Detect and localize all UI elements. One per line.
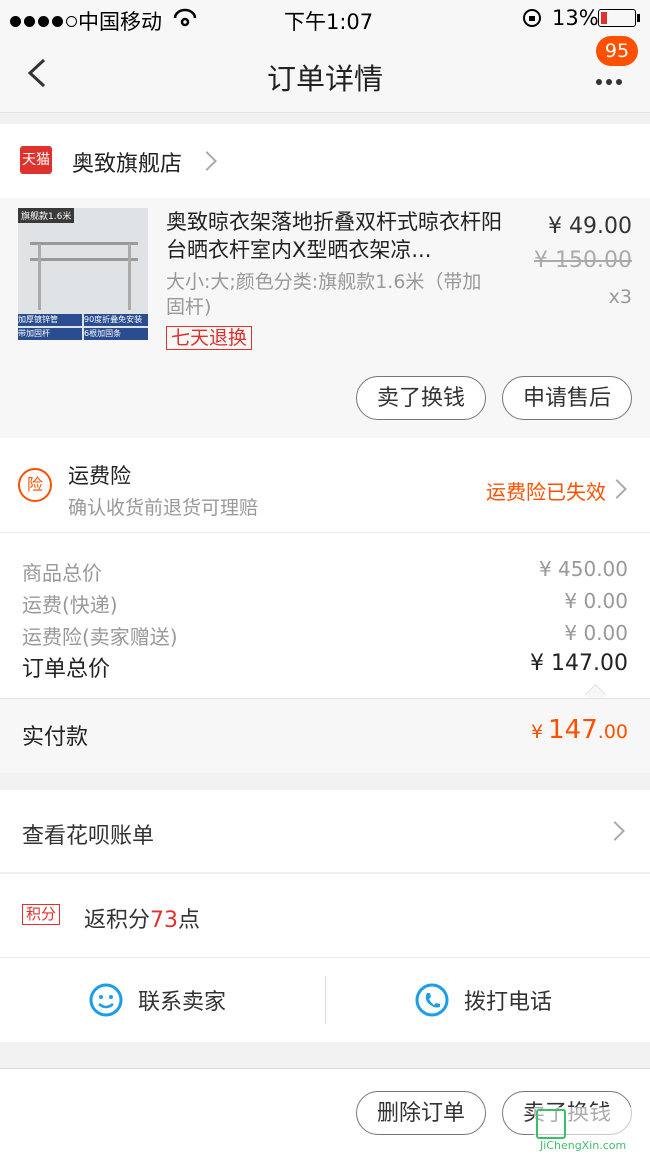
image-feature-b: 90度折叠免安装 [84, 314, 148, 326]
paid-label: 实付款 [22, 725, 89, 750]
insurance-status: 运费险已失效 [486, 480, 606, 504]
image-feature-c: 带加固杆 [18, 328, 82, 340]
clock: 下午1:07 [284, 10, 374, 34]
points-tag: 积分 [22, 904, 61, 925]
status-bar: 中国移动 下午1:07 13% [0, 0, 650, 36]
shop-row[interactable]: 天猫 奥致旗舰店 [0, 124, 650, 198]
shipping-fee-label: 运费(快递) [22, 593, 118, 617]
more-menu-icon[interactable] [596, 70, 626, 89]
wifi-icon [173, 8, 197, 27]
insurance-desc: 确认收货前退货可理赔 [68, 497, 259, 519]
message-badge: 95 [596, 36, 638, 66]
chevron-right-icon [197, 151, 217, 171]
product-quantity: x3 [608, 286, 632, 308]
watermark-text: JiChengXin.com [540, 1139, 627, 1152]
watermark-mark [536, 1109, 566, 1139]
image-feature-d: 6根加固条 [84, 328, 148, 340]
huabei-bill-row[interactable]: 查看花呗账单 [0, 790, 650, 872]
contact-divider [325, 976, 326, 1024]
watermark-logo: JiChengXin.com [534, 1107, 646, 1155]
product-image[interactable]: 旗舰款1.6米 加厚镀锌管 90度折叠免安装 带加固杆 6根加固条 [18, 208, 148, 340]
delete-order-button[interactable]: 删除订单 [356, 1091, 486, 1135]
chevron-right-icon [605, 821, 625, 841]
goods-total-label: 商品总价 [22, 561, 102, 585]
goods-total-value: ¥ 450.00 [538, 557, 628, 581]
points-value: 73 [150, 908, 179, 933]
points-text: 返积分73点 [84, 902, 200, 934]
sell-button[interactable]: 卖了换钱 [356, 376, 486, 420]
after-sale-button[interactable]: 申请售后 [502, 376, 632, 420]
return-policy-tag: 七天退换 [166, 326, 253, 350]
rack-leg [128, 244, 131, 310]
image-model-label: 旗舰款1.6米 [18, 208, 75, 223]
bottom-action-bar: 删除订单 卖了换钱 JiChengXin.com [0, 1068, 650, 1157]
points-row: 积分 返积分73点 [0, 873, 650, 958]
product-title[interactable]: 奥致晾衣架落地折叠双杆式晾衣杆阳台晒衣杆室内X型晒衣架凉... [166, 208, 506, 264]
contact-seller-label: 联系卖家 [138, 990, 227, 1015]
shipping-fee-value: ¥ 0.00 [564, 589, 628, 613]
phone-icon [415, 983, 449, 1017]
rack-bar [30, 242, 138, 245]
battery-icon [598, 9, 640, 27]
chevron-right-icon [607, 479, 627, 499]
shop-name: 奥致旗舰店 [72, 152, 183, 177]
chat-bubble-icon [89, 983, 123, 1017]
tmall-logo: 天猫 [20, 146, 52, 174]
image-feature-a: 加厚镀锌管 [18, 314, 82, 326]
insurance-fee-value: ¥ 0.00 [564, 621, 628, 645]
rack-leg [38, 244, 41, 310]
order-total-label: 订单总价 [22, 657, 111, 682]
rotation-lock-icon [523, 9, 541, 27]
points-prefix: 返积分 [84, 908, 151, 933]
payment-summary: 商品总价 ¥ 450.00 运费(快递) ¥ 0.00 运费险(卖家赠送) ¥ … [0, 532, 650, 706]
signal-dots-icon [10, 12, 80, 31]
contact-row: 联系卖家 拨打电话 [0, 957, 650, 1042]
insurance-icon: 险 [18, 468, 52, 502]
rack-bar [30, 258, 138, 261]
insurance-title: 运费险 [68, 464, 131, 488]
nav-bar: 订单详情 95 [0, 36, 650, 113]
page-title: 订单详情 [266, 62, 383, 96]
product-card[interactable]: 旗舰款1.6米 加厚镀锌管 90度折叠免安装 带加固杆 6根加固条 奥致晾衣架落… [0, 198, 650, 438]
paid-decimal: .00 [597, 721, 628, 743]
huabei-label: 查看花呗账单 [22, 824, 155, 849]
product-price: ¥ 49.00 [548, 214, 632, 239]
carrier-name: 中国移动 [78, 10, 162, 34]
product-sku: 大小:大;颜色分类:旗舰款1.6米（带加固杆) [166, 271, 482, 318]
paid-integer: 147 [548, 715, 598, 745]
points-suffix: 点 [178, 908, 201, 933]
paid-value: ¥ 147.00 [531, 715, 628, 745]
battery-percent: 13% [552, 6, 599, 30]
paid-amount-row: 实付款 ¥ 147.00 [0, 698, 650, 773]
shipping-insurance-row[interactable]: 险 运费险 确认收货前退货可理赔 运费险已失效 [0, 438, 650, 532]
original-price: ¥ 150.00 [534, 248, 632, 273]
paid-currency: ¥ [530, 721, 544, 743]
order-total-value: ¥ 147.00 [530, 651, 628, 676]
insurance-fee-label: 运费险(卖家赠送) [22, 625, 178, 649]
call-phone-label: 拨打电话 [464, 990, 553, 1015]
